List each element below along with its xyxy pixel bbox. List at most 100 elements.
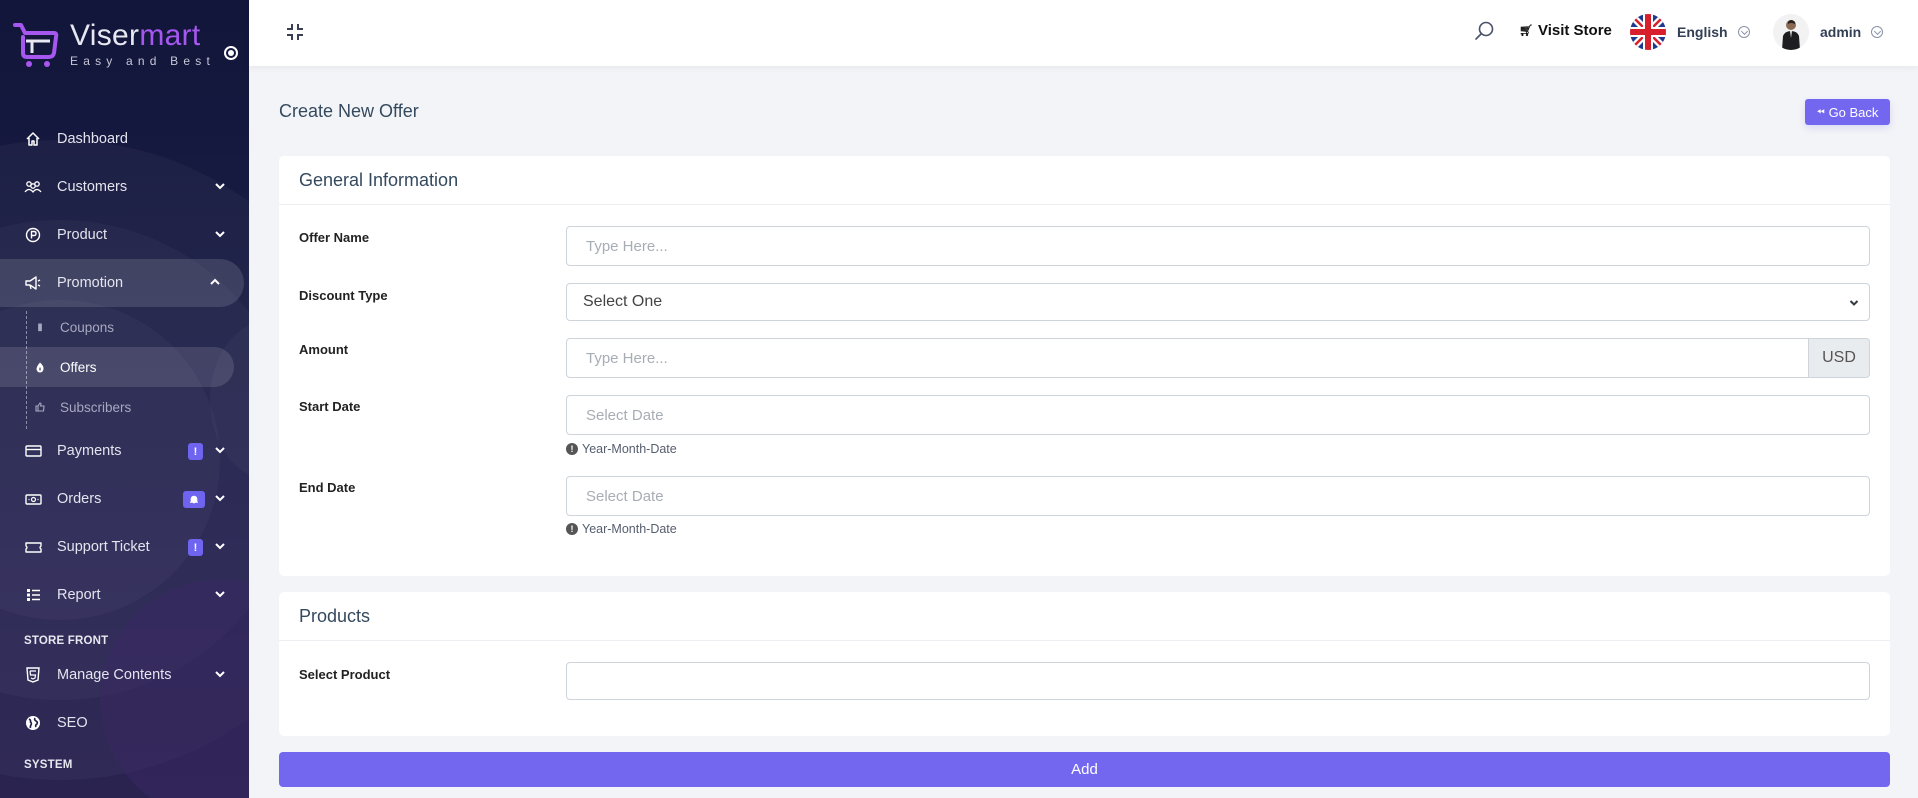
sidebar-item-product[interactable]: Product bbox=[0, 211, 249, 259]
end-date-input[interactable] bbox=[566, 476, 1870, 516]
html5-icon bbox=[24, 666, 42, 684]
globe-icon bbox=[24, 714, 42, 732]
chevron-down-icon bbox=[215, 231, 225, 238]
sidebar-nav: Dashboard Customers Product Promotion ▮ … bbox=[0, 115, 249, 771]
users-icon bbox=[24, 178, 42, 196]
credit-card-icon bbox=[24, 442, 42, 460]
user-name: admin bbox=[1820, 24, 1862, 40]
amount-input[interactable] bbox=[566, 338, 1809, 378]
offer-name-label: Offer Name bbox=[299, 230, 370, 245]
sidebar-subitem-subscribers[interactable]: Subscribers bbox=[0, 387, 249, 427]
card-title: Products bbox=[279, 592, 1890, 641]
info-icon: ! bbox=[566, 523, 578, 535]
go-back-label: Go Back bbox=[1828, 104, 1879, 120]
brand-name-part2: mart bbox=[139, 18, 201, 52]
chevron-down-icon bbox=[215, 495, 225, 502]
megaphone-icon bbox=[24, 274, 42, 292]
thumbs-up-icon bbox=[34, 401, 46, 413]
amount-label: Amount bbox=[299, 342, 349, 357]
topbar: 🛒︎ Visit Store English admin bbox=[249, 0, 1918, 66]
sidebar-subitem-label: Subscribers bbox=[60, 399, 132, 415]
sidebar-item-seo[interactable]: SEO bbox=[0, 699, 249, 747]
chevron-down-icon bbox=[215, 447, 225, 454]
brand-tagline: Easy and Best bbox=[70, 53, 215, 68]
sidebar-subitem-label: Coupons bbox=[60, 319, 115, 335]
chevron-down-icon bbox=[215, 591, 225, 598]
discount-type-selected: Select One bbox=[583, 293, 663, 310]
cart-icon: 🛒︎ bbox=[1519, 25, 1533, 37]
sidebar-item-report[interactable]: Report bbox=[0, 571, 249, 619]
currency-addon: USD bbox=[1809, 338, 1870, 378]
info-icon: ! bbox=[566, 443, 578, 455]
sidebar-item-dashboard[interactable]: Dashboard bbox=[0, 115, 249, 163]
sidebar-section-system: SYSTEM bbox=[24, 759, 73, 771]
end-date-label: End Date bbox=[299, 480, 356, 495]
select-product-input[interactable] bbox=[566, 662, 1870, 700]
bell-badge bbox=[183, 491, 205, 508]
avatar bbox=[1773, 14, 1809, 50]
brand-logo[interactable]: Visermart Easy and Best bbox=[12, 18, 242, 70]
visit-store-link[interactable]: 🛒︎ Visit Store bbox=[1519, 22, 1612, 39]
select-product-label: Select Product bbox=[299, 667, 391, 682]
chevron-down-icon bbox=[215, 543, 225, 550]
sidebar-toggle-radio-icon[interactable] bbox=[224, 46, 238, 60]
sidebar: Visermart Easy and Best Dashboard Custom… bbox=[0, 0, 249, 798]
start-date-hint-text: Year-Month-Date bbox=[582, 442, 677, 456]
discount-type-select[interactable]: Select One bbox=[566, 283, 1870, 321]
chevron-up-icon bbox=[210, 278, 220, 285]
products-card: Products Select Product bbox=[279, 592, 1890, 736]
product-p-icon bbox=[24, 226, 42, 244]
chevron-down-icon bbox=[215, 671, 225, 678]
sidebar-item-label: SEO bbox=[57, 715, 88, 731]
card-title: General Information bbox=[279, 156, 1890, 205]
page-title: Create New Offer bbox=[279, 101, 419, 121]
language-label: English bbox=[1677, 24, 1728, 40]
sidebar-item-payments[interactable]: Payments ! bbox=[0, 427, 249, 475]
cart-logo-icon bbox=[13, 23, 59, 67]
start-date-input[interactable] bbox=[566, 395, 1870, 435]
collapse-sidebar-icon[interactable] bbox=[285, 22, 305, 42]
language-dropdown[interactable]: English bbox=[1630, 14, 1750, 50]
user-dropdown[interactable]: admin bbox=[1773, 14, 1884, 50]
chevron-down-circle-icon bbox=[1871, 26, 1884, 38]
sidebar-item-promotion[interactable]: Promotion bbox=[0, 259, 244, 307]
sidebar-item-orders[interactable]: Orders bbox=[0, 475, 249, 523]
brand-name: Visermart bbox=[70, 18, 215, 52]
sidebar-item-support-ticket[interactable]: Support Ticket ! bbox=[0, 523, 249, 571]
amount-input-group: USD bbox=[566, 338, 1870, 378]
sidebar-item-manage-contents[interactable]: Manage Contents bbox=[0, 651, 249, 699]
chevron-down-icon bbox=[215, 183, 225, 190]
add-button[interactable]: Add bbox=[279, 752, 1890, 787]
ticket-icon bbox=[24, 538, 42, 556]
notification-badge: ! bbox=[188, 443, 203, 460]
sidebar-section-store-front: STORE FRONT bbox=[24, 635, 109, 647]
sidebar-item-customers[interactable]: Customers bbox=[0, 163, 249, 211]
chevron-down-circle-icon bbox=[1737, 26, 1750, 38]
discount-type-label: Discount Type bbox=[299, 288, 388, 303]
sidebar-subitem-label: Offers bbox=[60, 359, 97, 375]
search-icon[interactable] bbox=[1473, 20, 1495, 42]
promotion-submenu: ▮ Coupons Offers Subscribers bbox=[0, 307, 249, 429]
sidebar-subitem-offers[interactable]: Offers bbox=[0, 347, 234, 387]
coupon-icon: ▮ bbox=[37, 321, 43, 333]
brand-name-part1: Viser bbox=[70, 18, 140, 52]
general-information-card: General Information Offer Name Discount … bbox=[279, 156, 1890, 576]
sidebar-item-label: Dashboard bbox=[57, 131, 128, 147]
visit-store-label: Visit Store bbox=[1537, 22, 1612, 39]
notification-badge: ! bbox=[188, 539, 203, 556]
uk-flag-icon bbox=[1630, 14, 1666, 50]
list-icon bbox=[24, 586, 42, 604]
chevron-down-icon bbox=[1849, 300, 1859, 306]
bell-icon bbox=[190, 495, 198, 504]
home-icon bbox=[24, 130, 42, 148]
offer-name-input[interactable] bbox=[566, 226, 1870, 266]
end-date-hint: ! Year-Month-Date bbox=[566, 522, 677, 536]
fire-icon bbox=[34, 361, 46, 373]
start-date-label: Start Date bbox=[299, 399, 361, 414]
backward-icon: ⏪︎ bbox=[1816, 106, 1825, 118]
go-back-button[interactable]: ⏪︎ Go Back bbox=[1805, 99, 1890, 125]
end-date-hint-text: Year-Month-Date bbox=[582, 522, 677, 536]
sidebar-subitem-coupons[interactable]: ▮ Coupons bbox=[0, 307, 249, 347]
money-bill-icon bbox=[24, 490, 42, 508]
start-date-hint: ! Year-Month-Date bbox=[566, 442, 677, 456]
